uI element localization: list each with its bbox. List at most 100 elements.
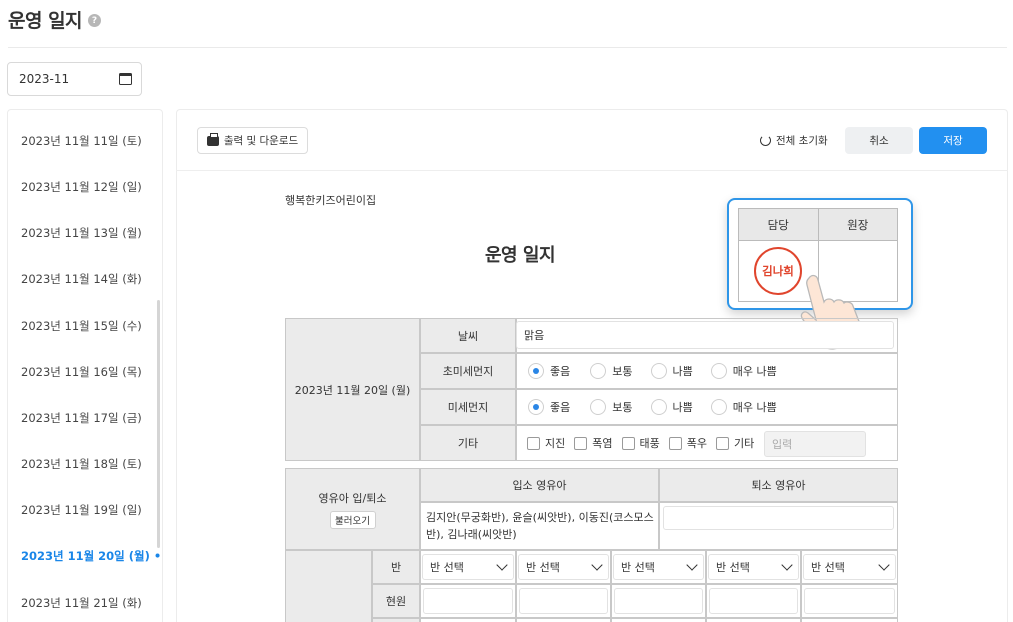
- ultrafine-dust-option[interactable]: 매우 나쁨: [710, 363, 777, 379]
- etc-checkbox[interactable]: 기타: [716, 435, 754, 451]
- checkbox-icon[interactable]: [716, 436, 729, 450]
- ultrafine-dust-label: 초미세먼지: [420, 353, 516, 389]
- fine-dust-option[interactable]: 나쁨: [650, 399, 693, 415]
- discharge-input[interactable]: [663, 506, 894, 530]
- toolbar-divider: [176, 170, 1008, 171]
- radio-button-icon[interactable]: [528, 399, 544, 415]
- class-select[interactable]: 반 선택: [708, 554, 799, 580]
- infant-inout-label-cell: 영유아 입/퇴소 불러오기: [285, 468, 420, 550]
- ultrafine-dust-radio-group[interactable]: 좋음 보통 나쁨 매우 나쁨: [528, 362, 795, 380]
- class-select[interactable]: 반 선택: [422, 554, 514, 580]
- radio-label: 매우 나쁨: [732, 401, 777, 414]
- help-icon[interactable]: ?: [88, 14, 102, 27]
- date-item[interactable]: 2023년 11월 16일 (목): [21, 364, 142, 380]
- current-count-input[interactable]: [709, 588, 798, 614]
- current-count-input[interactable]: [804, 588, 895, 614]
- date-item-active[interactable]: 2023년 11월 20일 (월) •: [21, 548, 161, 564]
- radio-button-icon[interactable]: [650, 363, 667, 379]
- class-group-cell: [285, 550, 372, 622]
- date-item[interactable]: 2023년 11월 17일 (금): [21, 410, 142, 426]
- date-item[interactable]: 2023년 11월 13일 (월): [21, 225, 142, 241]
- checkbox-label: 지진: [545, 437, 566, 450]
- printer-icon: [206, 132, 219, 146]
- etc-checkbox[interactable]: 폭염: [574, 435, 613, 451]
- checkbox-icon[interactable]: [574, 436, 588, 450]
- weather-input[interactable]: 맑음: [516, 321, 894, 349]
- class-select-value: 반 선택: [430, 561, 464, 574]
- fine-dust-radio-group[interactable]: 좋음 보통 나쁨 매우 나쁨: [528, 398, 795, 416]
- ultrafine-dust-option[interactable]: 나쁨: [650, 363, 693, 379]
- radio-label: 좋음: [550, 401, 571, 414]
- date-item[interactable]: 2023년 11월 18일 (토): [21, 456, 142, 472]
- discharge-header: 퇴소 영유아: [659, 468, 898, 502]
- current-count-input[interactable]: [423, 588, 513, 614]
- radio-button-icon[interactable]: [710, 399, 727, 415]
- ultrafine-dust-option[interactable]: 좋음: [528, 363, 570, 379]
- org-name: 행복한키즈어린이집: [285, 194, 377, 207]
- month-picker[interactable]: 2023-11: [7, 62, 142, 96]
- save-button[interactable]: 저장: [919, 127, 987, 154]
- checkbox-icon[interactable]: [621, 436, 635, 450]
- header-divider: [8, 47, 1007, 48]
- reset-all-button[interactable]: 전체 초기화: [760, 127, 828, 154]
- radio-button-icon[interactable]: [590, 363, 607, 379]
- checkbox-icon[interactable]: [527, 436, 540, 450]
- radio-label: 매우 나쁨: [732, 365, 777, 378]
- fine-dust-option[interactable]: 매우 나쁨: [710, 399, 777, 415]
- etc-checkbox[interactable]: 태풍: [621, 435, 660, 451]
- etc-checkbox-group[interactable]: 지진 폭염 태풍 폭우 기타: [527, 436, 763, 450]
- radio-label: 보통: [612, 365, 633, 378]
- checkbox-label: 기타: [734, 437, 755, 450]
- date-item[interactable]: 2023년 11월 21일 (화): [21, 595, 142, 611]
- current-count-input[interactable]: [614, 588, 703, 614]
- checkbox-label: 폭우: [686, 437, 707, 450]
- class-select-value: 반 선택: [811, 561, 845, 574]
- weather-label: 날씨: [420, 318, 516, 353]
- class-select[interactable]: 반 선택: [613, 554, 704, 580]
- fine-dust-option[interactable]: 보통: [590, 399, 633, 415]
- chevron-down-icon: [878, 558, 890, 571]
- etc-input[interactable]: 입력: [764, 431, 866, 457]
- etc-checkbox[interactable]: 지진: [527, 435, 565, 451]
- print-download-button[interactable]: 출력 및 다운로드: [197, 127, 308, 154]
- page-title: 운영 일지: [8, 9, 83, 32]
- date-item[interactable]: 2023년 11월 11일 (토): [21, 133, 142, 149]
- next-row-cell: [801, 618, 898, 622]
- calendar-icon[interactable]: [119, 73, 132, 85]
- cancel-button[interactable]: 취소: [845, 127, 913, 154]
- ultrafine-dust-option[interactable]: 보통: [590, 363, 633, 379]
- load-button[interactable]: 불러오기: [329, 510, 376, 529]
- next-row-cell: [420, 618, 516, 622]
- radio-label: 나쁨: [672, 401, 693, 414]
- class-select[interactable]: 반 선택: [518, 554, 609, 580]
- chevron-down-icon: [686, 558, 698, 571]
- radio-button-icon[interactable]: [650, 399, 667, 415]
- sidebar-scrollbar[interactable]: [157, 300, 160, 548]
- date-cell: 2023년 11월 20일 (월): [285, 318, 420, 461]
- date-item[interactable]: 2023년 11월 19일 (일): [21, 502, 142, 518]
- next-row-cell: [706, 618, 801, 622]
- chevron-down-icon: [781, 558, 793, 571]
- checkbox-label: 폭염: [592, 437, 613, 450]
- radio-button-icon[interactable]: [710, 363, 727, 379]
- page-header: 운영 일지 ?: [8, 6, 102, 32]
- class-select[interactable]: 반 선택: [803, 554, 896, 580]
- radio-button-icon[interactable]: [528, 363, 544, 379]
- current-row-label: 현원: [372, 584, 420, 618]
- admission-value[interactable]: 김지안(무궁화반), 윤슬(씨앗반), 이동진(코스모스반), 김나래(씨앗반): [426, 509, 654, 543]
- date-item[interactable]: 2023년 11월 12일 (일): [21, 179, 142, 195]
- current-count-input[interactable]: [519, 588, 608, 614]
- approval-header-manager: 담당: [738, 208, 819, 241]
- date-item[interactable]: 2023년 11월 15일 (수): [21, 318, 142, 334]
- document-title: 운영 일지: [485, 245, 556, 266]
- class-row-label: 반: [372, 550, 420, 584]
- next-row-cell: [516, 618, 611, 622]
- etc-checkbox[interactable]: 폭우: [668, 435, 707, 451]
- radio-button-icon[interactable]: [590, 399, 607, 415]
- class-select-value: 반 선택: [526, 561, 560, 574]
- seal-stamp: 김나희: [754, 247, 802, 295]
- checkbox-icon[interactable]: [668, 436, 682, 450]
- date-item[interactable]: 2023년 11월 14일 (화): [21, 271, 142, 287]
- fine-dust-option[interactable]: 좋음: [528, 399, 570, 415]
- month-picker-value: 2023-11: [19, 72, 70, 86]
